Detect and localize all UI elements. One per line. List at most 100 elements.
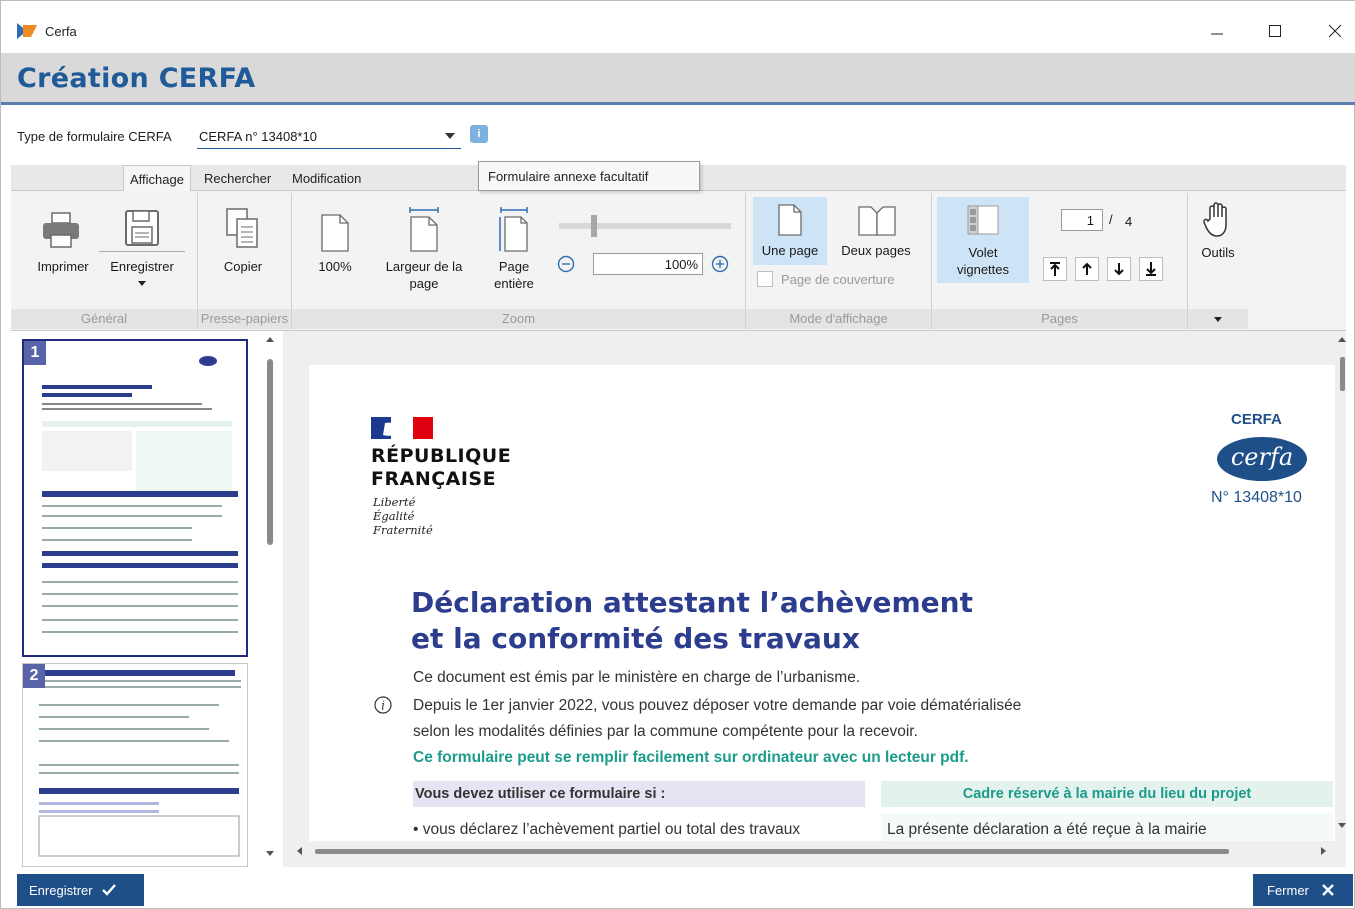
svg-text:i: i <box>381 699 385 713</box>
arrow-up-icon <box>1082 262 1092 275</box>
title-bar: Cerfa <box>1 1 1355 53</box>
close-window-button[interactable] <box>1315 15 1355 47</box>
thumbnail-panel-icon <box>967 205 999 235</box>
window-title: Cerfa <box>45 24 77 39</box>
copy-button[interactable]: Copier <box>211 207 275 287</box>
thumbnails-panel: 1 2 <box>11 331 283 867</box>
one-page-button[interactable]: Une page <box>753 197 827 265</box>
fit-width-button[interactable]: Largeur de la page <box>373 205 475 295</box>
motto-liberte: Liberté <box>373 495 416 509</box>
cerfa-logo-text: cerfa <box>1230 443 1294 471</box>
info-icon[interactable]: i <box>470 125 488 143</box>
tab-modification[interactable]: Modification <box>288 169 365 188</box>
motto-egalite: Égalité <box>373 509 415 523</box>
cerfa-logo: cerfa <box>1217 437 1307 481</box>
ribbon-expand-button[interactable] <box>1188 309 1248 329</box>
group-pages: Pages <box>932 309 1187 329</box>
thumbnail-page-2[interactable]: 2 <box>22 663 248 867</box>
copy-icon <box>226 208 258 248</box>
form-type-label: Type de formulaire CERFA <box>17 129 172 144</box>
save-button-label: Enregistrer <box>29 882 93 898</box>
document-horizontal-scrollbar[interactable] <box>289 843 1346 859</box>
fit-page-icon <box>499 207 528 252</box>
tab-affichage[interactable]: Affichage <box>123 165 191 192</box>
tools-button[interactable]: Outils <box>1193 199 1243 269</box>
thumbnail-page-1[interactable]: 1 <box>22 339 248 657</box>
zoom-100-label: 100% <box>318 259 352 274</box>
info-line-1: Depuis le 1er janvier 2022, vous pouvez … <box>413 697 1022 714</box>
intro-text: Ce document est émis par le ministère en… <box>413 669 861 686</box>
zoom-100-button[interactable]: 100% <box>307 207 363 287</box>
single-page-icon <box>778 204 802 236</box>
chevron-down-icon <box>445 133 455 139</box>
usage-section-header: Vous devez utiliser ce formulaire si : <box>413 781 865 807</box>
last-page-button[interactable] <box>1139 257 1163 281</box>
fillable-notice: Ce formulaire peut se remplir facilement… <box>413 749 969 766</box>
scroll-down-icon <box>1338 823 1346 828</box>
zoom-input[interactable]: 100% <box>593 253 703 275</box>
close-icon <box>1322 884 1334 896</box>
zoom-value: 100% <box>664 257 698 272</box>
mairie-section-header: Cadre réservé à la mairie du lieu du pro… <box>881 781 1333 807</box>
page-title: Création CERFA <box>17 63 256 94</box>
checkmark-icon <box>101 884 116 896</box>
arrow-first-icon <box>1050 262 1060 276</box>
zoom-in-icon[interactable] <box>711 255 729 273</box>
usage-item: • vous déclarez l’achèvement partiel ou … <box>413 821 801 838</box>
maximize-icon <box>1269 25 1281 37</box>
minimize-button[interactable] <box>1197 15 1237 47</box>
tab-rechercher[interactable]: Rechercher <box>200 169 275 188</box>
copy-label: Copier <box>223 259 263 274</box>
two-pages-button[interactable]: Deux pages <box>835 197 917 265</box>
scroll-up-icon <box>266 337 274 342</box>
save-button[interactable]: Enregistrer <box>17 874 144 906</box>
page-icon <box>321 214 349 252</box>
group-display-mode: Mode d'affichage <box>746 309 931 329</box>
hand-icon <box>1203 202 1227 237</box>
arrow-last-icon <box>1146 262 1156 276</box>
thumbnails-scrollbar[interactable] <box>263 333 277 863</box>
close-button[interactable]: Fermer <box>1253 874 1353 906</box>
form-type-select[interactable]: CERFA n° 13408*10 <box>197 123 461 149</box>
thumbnail-page-preview <box>42 356 238 633</box>
cerfa-window: Cerfa Création CERFA Type de formulaire … <box>0 0 1355 909</box>
mairie-receipt-text: La présente déclaration a été reçue à la… <box>887 821 1207 838</box>
thumbnails-panel-button[interactable]: Volet vignettes <box>937 197 1029 283</box>
republique-line-1: RÉPUBLIQUE <box>371 445 512 467</box>
document-vertical-scrollbar[interactable] <box>1335 333 1349 843</box>
zoom-out-icon[interactable] <box>557 255 575 273</box>
page-header: Création CERFA <box>1 53 1355 105</box>
info-circle-icon: i <box>374 696 392 714</box>
document-title-line-1: Déclaration attestant l’achèvement <box>411 586 973 619</box>
page-separator: / <box>1109 212 1113 227</box>
scroll-right-icon <box>1321 847 1326 855</box>
first-page-button[interactable] <box>1043 257 1067 281</box>
fit-width-label-1: Largeur de la <box>385 259 463 274</box>
document-scroll-thumb[interactable] <box>1340 357 1345 391</box>
two-pages-label: Deux pages <box>841 243 911 258</box>
fit-page-button[interactable]: Page entière <box>483 205 545 295</box>
maximize-button[interactable] <box>1255 15 1295 47</box>
scroll-left-icon <box>297 847 302 855</box>
total-pages: 4 <box>1125 214 1133 229</box>
group-zoom: Zoom <box>292 309 745 329</box>
cover-page-checkbox[interactable] <box>757 271 773 287</box>
page-number-input[interactable]: 1 <box>1061 209 1103 231</box>
two-pages-icon <box>858 206 896 236</box>
next-page-button[interactable] <box>1107 257 1131 281</box>
thumbnails-scroll-thumb[interactable] <box>267 359 273 545</box>
print-button[interactable]: Imprimer <box>31 207 95 287</box>
mairie-box: La présente déclaration a été reçue à la… <box>881 813 1333 841</box>
previous-page-button[interactable] <box>1075 257 1099 281</box>
motto-fraternite: Fraternité <box>373 523 433 537</box>
fit-page-label-2: entière <box>494 276 534 291</box>
zoom-slider-handle[interactable] <box>591 215 597 237</box>
cerfa-number: N° 13408*10 <box>1211 489 1302 506</box>
tooltip: Formulaire annexe facultatif <box>478 161 700 191</box>
form-type-value: CERFA n° 13408*10 <box>199 129 317 144</box>
save-ribbon-button[interactable]: Enregistrer <box>99 201 185 301</box>
fit-page-label-1: Page <box>498 259 530 274</box>
document-hscroll-thumb[interactable] <box>315 849 1229 854</box>
zoom-slider[interactable] <box>559 215 731 237</box>
scroll-down-icon <box>266 851 274 856</box>
